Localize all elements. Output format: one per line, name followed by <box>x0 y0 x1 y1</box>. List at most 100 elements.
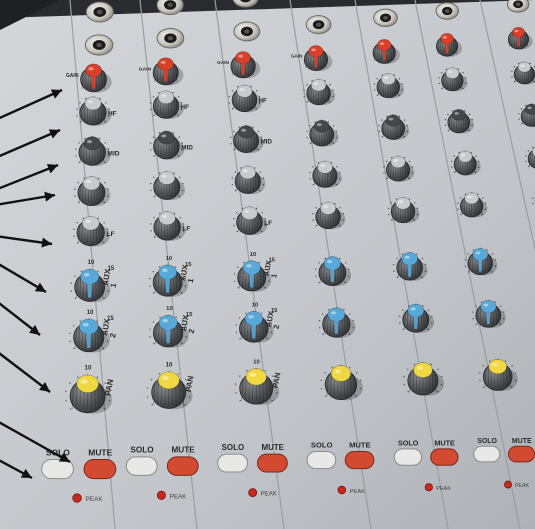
scale-tick <box>386 177 388 180</box>
scale-tick <box>413 202 416 204</box>
knob-highlight <box>239 88 245 92</box>
knob-highlight <box>82 322 89 327</box>
scale-tick <box>150 149 152 151</box>
scale-tick <box>96 376 99 378</box>
peak-led <box>156 490 166 500</box>
knob-highlight <box>320 164 325 168</box>
scale-tick <box>234 171 236 173</box>
knob-cap <box>314 119 330 133</box>
mute-button <box>430 448 459 466</box>
scale-tick <box>179 216 181 219</box>
knob-cap <box>241 206 258 220</box>
scale-tick <box>252 126 254 129</box>
aux-scale-mark: 15 <box>269 257 275 263</box>
knob-highlight <box>442 36 448 39</box>
scale-tick <box>237 287 239 289</box>
scale-tick <box>322 313 324 315</box>
scale-tick <box>356 372 358 374</box>
scale-tick <box>264 369 267 372</box>
scale-tick <box>407 305 410 307</box>
scale-tick <box>312 219 314 221</box>
scale-tick <box>472 249 475 251</box>
aux-scale-mark: 10 <box>88 260 95 266</box>
peak-led <box>337 485 347 495</box>
scale-tick <box>69 332 71 334</box>
mute-label: MUTE <box>88 447 112 457</box>
aux-scale-mark: 10 <box>166 306 173 312</box>
knob-cap <box>245 368 267 386</box>
scale-tick <box>80 270 83 272</box>
gain-label: GAIN <box>139 66 152 72</box>
knob-cap <box>464 192 479 205</box>
jack-pin <box>316 22 322 27</box>
scale-tick <box>520 108 523 110</box>
eq-label: LF <box>106 231 114 238</box>
knob-cap <box>317 160 333 174</box>
scale-tick <box>177 373 179 375</box>
scale-tick <box>467 253 469 255</box>
scale-tick <box>303 89 305 92</box>
solo-label: SOLO <box>311 441 333 450</box>
scale-tick <box>480 301 483 303</box>
scale-tick <box>402 328 404 331</box>
scale-tick <box>460 213 462 216</box>
scale-tick <box>472 311 474 313</box>
eq-label: LF <box>182 225 190 232</box>
scale-tick <box>104 182 106 184</box>
mute-label: MUTE <box>261 443 284 452</box>
scale-tick <box>315 268 317 270</box>
scale-tick <box>153 236 156 238</box>
scale-tick <box>99 97 101 100</box>
scale-tick <box>322 333 324 335</box>
aux-scale-mark: 15 <box>185 262 192 268</box>
scale-tick <box>85 97 87 100</box>
scale-tick <box>241 207 244 210</box>
scale-tick <box>408 198 411 200</box>
scale-tick <box>150 378 153 381</box>
knob-cap <box>390 155 406 169</box>
scale-tick <box>233 148 235 151</box>
scale-tick <box>315 207 317 209</box>
peak-led <box>424 483 433 492</box>
scale-tick <box>76 241 79 244</box>
scale-tick <box>373 83 376 85</box>
jack-pin <box>167 2 173 8</box>
aux-scale-mark: 15 <box>107 316 114 322</box>
scale-tick <box>79 102 81 104</box>
knob-cap <box>445 67 460 79</box>
knob-highlight <box>410 307 416 311</box>
scale-tick <box>105 102 107 104</box>
scale-tick <box>311 80 313 82</box>
knob-highlight <box>330 311 337 315</box>
knob-cap <box>83 136 101 151</box>
knob-highlight <box>242 169 248 173</box>
knob-highlight <box>248 315 254 319</box>
scale-tick <box>421 257 424 260</box>
scale-tick <box>437 368 439 371</box>
scale-tick <box>69 340 71 342</box>
peak-label: PEAK <box>86 496 104 503</box>
jack-pin <box>244 29 250 34</box>
scale-tick <box>334 203 336 205</box>
scale-tick <box>422 305 424 307</box>
scale-tick <box>385 160 388 163</box>
scale-tick <box>236 212 238 214</box>
scale-tick <box>332 125 335 127</box>
scale-tick <box>430 363 433 366</box>
scale-tick <box>150 189 152 192</box>
scale-tick <box>233 130 235 133</box>
scale-tick <box>178 136 180 138</box>
scale-tick <box>488 360 491 362</box>
knob-highlight <box>88 67 94 71</box>
knob-cap <box>330 365 352 382</box>
knob-cap <box>158 211 176 226</box>
mute-button <box>507 445 535 463</box>
scale-tick <box>234 189 237 192</box>
knob-highlight <box>416 366 423 370</box>
scale-tick <box>327 121 330 123</box>
scale-tick <box>312 166 314 168</box>
scale-tick <box>390 202 393 204</box>
knob-highlight <box>460 153 466 157</box>
scale-tick <box>76 221 78 224</box>
eq-label: HF <box>181 104 190 111</box>
